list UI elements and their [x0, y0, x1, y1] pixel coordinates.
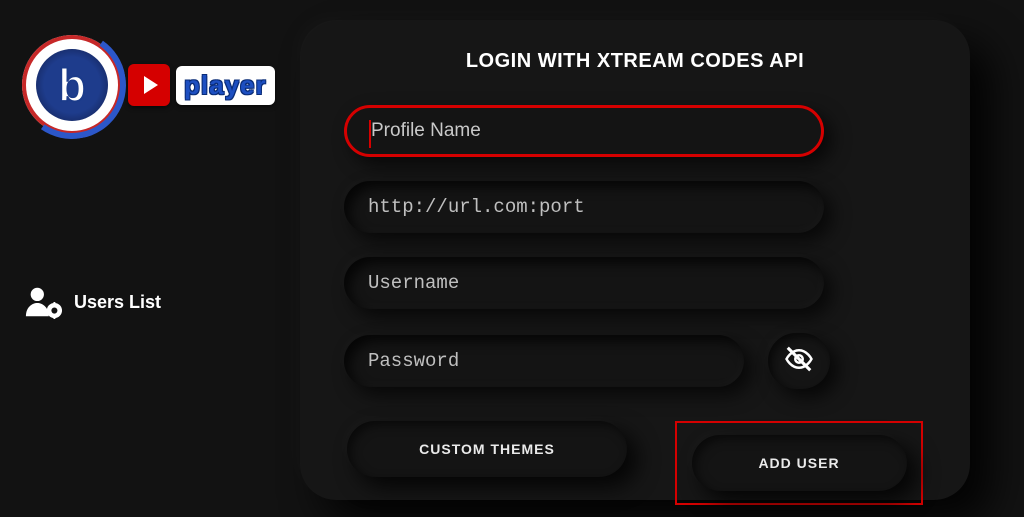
eye-off-icon: [784, 344, 814, 379]
add-user-highlight: ADD USER: [675, 421, 923, 505]
url-input[interactable]: [368, 196, 800, 218]
users-gear-icon: [24, 285, 62, 319]
profile-name-field[interactable]: [344, 105, 824, 157]
url-field[interactable]: [344, 181, 824, 233]
custom-themes-button[interactable]: CUSTOM THEMES: [347, 421, 627, 477]
panel-title: LOGIN WITH XTREAM CODES API: [344, 50, 926, 73]
username-field[interactable]: [344, 257, 824, 309]
play-icon: [128, 64, 170, 106]
login-panel: LOGIN WITH XTREAM CODES API CUSTOM THEME…: [300, 20, 970, 500]
add-user-button[interactable]: ADD USER: [692, 435, 907, 491]
player-badge: player: [176, 66, 275, 105]
password-input[interactable]: [368, 350, 720, 372]
app-logo-row: b player: [22, 35, 285, 135]
player-text: player: [184, 70, 267, 100]
custom-themes-label: CUSTOM THEMES: [419, 441, 555, 457]
toggle-password-visibility-button[interactable]: [768, 333, 830, 389]
button-row: CUSTOM THEMES ADD USER: [344, 421, 926, 505]
profile-name-input[interactable]: [371, 120, 797, 142]
password-row: [344, 333, 926, 389]
username-input[interactable]: [368, 272, 800, 294]
add-user-label: ADD USER: [758, 455, 839, 471]
left-column: b player: [0, 0, 295, 517]
users-list-button[interactable]: Users List: [22, 285, 285, 319]
app-logo-b: b: [22, 35, 122, 135]
password-field[interactable]: [344, 335, 744, 387]
users-list-label: Users List: [74, 292, 161, 313]
text-cursor: [369, 120, 371, 148]
